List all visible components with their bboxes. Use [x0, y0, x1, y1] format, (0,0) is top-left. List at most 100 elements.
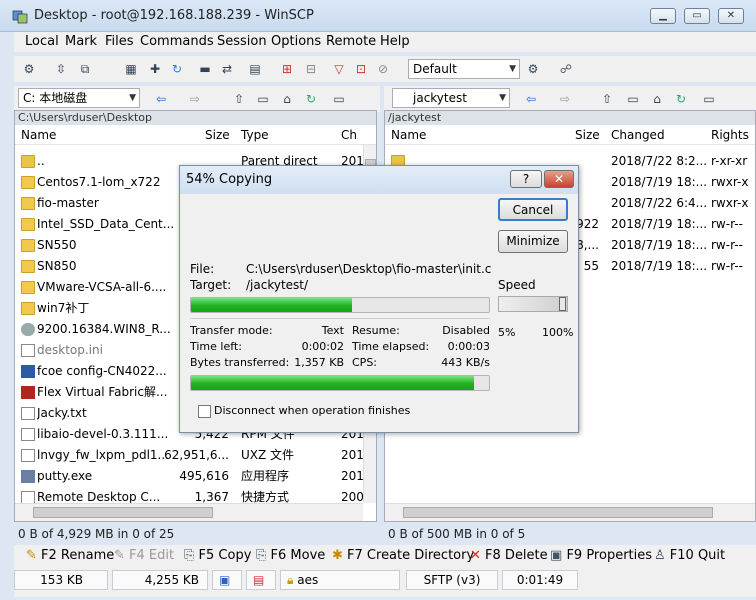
menu-options[interactable]: Options [271, 34, 321, 49]
move-icon: ⎘ [256, 548, 267, 563]
log-icon[interactable]: ▤ [246, 570, 276, 590]
f10-quit-button[interactable]: ♙ F10 Quit [654, 548, 725, 563]
session-time: 0:01:49 [502, 570, 578, 590]
col-size[interactable]: Size [575, 125, 600, 145]
remote-refresh-icon[interactable]: ↻ [672, 90, 690, 108]
col-type[interactable]: Type [241, 125, 269, 145]
menu-remote[interactable]: Remote [326, 34, 376, 49]
file-type: 快捷方式 [241, 490, 290, 503]
right-status: 0 B of 500 MB in 0 of 5 [388, 527, 526, 541]
root-dir-icon[interactable]: ▭ [254, 90, 272, 108]
col-name[interactable]: Name [391, 125, 426, 145]
new-icon[interactable]: ✚ [146, 60, 164, 78]
queue-status-icon[interactable]: ▣ [212, 570, 242, 590]
f7-create-directory-button[interactable]: ✱ F7 Create Directory [332, 548, 474, 563]
file-name: SN550 [37, 238, 77, 252]
file-type: UXZ 文件 [241, 448, 295, 462]
disconnect-label[interactable]: Disconnect when operation finishes [214, 404, 410, 417]
file-name: Jacky.txt [37, 406, 87, 420]
unselect-icon[interactable]: ⊘ [374, 60, 392, 78]
profile-settings-icon[interactable]: ⚙ [524, 60, 542, 78]
remote-file-rights: r-xr-xr [711, 154, 748, 168]
delete-icon: ✕ [470, 548, 481, 563]
compare-icon[interactable]: ⇳ [52, 60, 70, 78]
remote-home-icon[interactable]: ⌂ [648, 90, 666, 108]
refresh-icon[interactable]: ↻ [168, 60, 186, 78]
dialog-title-bar: 54% Copying ? ✕ [180, 166, 578, 194]
dialog-close-button[interactable]: ✕ [544, 170, 574, 188]
file-row[interactable]: putty.exe 495,616 应用程序 201 [15, 466, 363, 487]
f6-move-button[interactable]: ⎘ F6 Move [256, 548, 325, 563]
minimize-window-button[interactable]: ▁ [650, 8, 676, 24]
remote-parent-dir-icon[interactable]: ⇧ [598, 90, 616, 108]
transfer-mode-label: Transfer mode: [190, 324, 273, 337]
menu-mark[interactable]: Mark [65, 34, 97, 49]
remote-root-dir-icon[interactable]: ▭ [624, 90, 642, 108]
remote-file-changed: 2018/7/19 18:... [611, 259, 708, 273]
file-size: 495,616 [179, 469, 229, 483]
f2-rename-button[interactable]: ✎ F2 Rename [26, 548, 114, 563]
speed-slider-thumb[interactable] [559, 297, 566, 311]
filter-icon[interactable]: ▽ [330, 60, 348, 78]
disconnect-checkbox[interactable] [198, 405, 211, 418]
transfer-profile-select[interactable]: Default ▼ [408, 59, 520, 79]
left-drive-select[interactable]: C: 本地磁盘 ▼ [18, 88, 140, 108]
col-rights[interactable]: Rights [711, 125, 749, 145]
remote-file-rights: rwxr-x [711, 196, 749, 210]
col-changed[interactable]: Ch [341, 125, 357, 145]
remote-find-icon[interactable]: ▭ [700, 90, 718, 108]
queue-icon[interactable]: ▦ [122, 60, 140, 78]
terminal-icon[interactable]: ▬ [196, 60, 214, 78]
close-window-button[interactable]: ✕ [718, 8, 744, 24]
f8-delete-button[interactable]: ✕ F8 Delete [470, 548, 548, 563]
menu-commands[interactable]: Commands [140, 34, 214, 49]
back-icon[interactable]: ⇦ [152, 90, 170, 108]
f9-properties-button[interactable]: ▣ F9 Properties [550, 548, 652, 563]
refresh-pane-icon[interactable]: ↻ [302, 90, 320, 108]
pdf-icon [21, 386, 35, 399]
time-left-value: 0:00:02 [301, 340, 344, 353]
file-changed: 201 [341, 469, 363, 483]
menu-files[interactable]: Files [105, 34, 134, 49]
file-row[interactable]: lnvgy_fw_lxpm_pdl1... 62,951,6... UXZ 文件 20… [15, 445, 363, 466]
speed-slider[interactable] [498, 296, 568, 312]
menu-session[interactable]: Session [217, 34, 267, 49]
putty-icon[interactable]: ▤ [246, 60, 264, 78]
add-icon[interactable]: ⊞ [278, 60, 296, 78]
col-name[interactable]: Name [21, 125, 56, 145]
remove-icon[interactable]: ⊟ [302, 60, 320, 78]
right-horizontal-scrollbar[interactable] [385, 503, 755, 521]
synchronize-icon[interactable]: ⧉ [76, 60, 94, 78]
col-size[interactable]: Size [205, 125, 230, 145]
speed-max: 100% [542, 326, 574, 339]
gear-icon[interactable]: ⚙ [20, 60, 38, 78]
home-icon[interactable]: ⌂ [278, 90, 296, 108]
function-key-bar: ✎ F2 Rename ✎ F4 Edit ⎘ F5 Copy ⎘ F6 Mov… [14, 545, 756, 567]
copy-progress-dialog: 54% Copying ? ✕ Cancel Minimize File: C:… [179, 165, 579, 433]
left-horizontal-scrollbar[interactable] [15, 503, 363, 521]
folder-icon [21, 197, 35, 210]
remote-forward-icon[interactable]: ⇨ [556, 90, 574, 108]
col-changed[interactable]: Changed [611, 125, 665, 145]
session-icon[interactable]: ☍ [557, 60, 575, 78]
find-icon[interactable]: ▭ [330, 90, 348, 108]
minimize-button[interactable]: Minimize [498, 230, 568, 253]
menu-help[interactable]: Help [380, 34, 410, 49]
bytes-transferred-label: Bytes transferred: [190, 356, 290, 369]
maximize-window-button[interactable]: ▭ [684, 8, 710, 24]
f5-copy-button[interactable]: ⎘ F5 Copy [184, 548, 251, 563]
select-icon[interactable]: ⊡ [352, 60, 370, 78]
parent-dir-icon[interactable]: ⇧ [230, 90, 248, 108]
right-dir-select[interactable]: jackytest ▼ [392, 88, 510, 108]
cancel-button[interactable]: Cancel [498, 198, 568, 221]
forward-icon[interactable]: ⇨ [186, 90, 204, 108]
remote-file-changed: 2018/7/22 8:2... [611, 154, 708, 168]
f4-edit-button[interactable]: ✎ F4 Edit [114, 548, 174, 563]
file-name: win7补丁 [37, 301, 90, 315]
file-row[interactable]: Remote Desktop C... 1,367 快捷方式 200 [15, 487, 363, 503]
title-bar: Desktop - root@192.168.188.239 - WinSCP … [0, 0, 756, 32]
menu-local[interactable]: Local [25, 34, 59, 49]
remote-back-icon[interactable]: ⇦ [522, 90, 540, 108]
dialog-help-button[interactable]: ? [510, 170, 542, 188]
transfer-icon[interactable]: ⇄ [218, 60, 236, 78]
